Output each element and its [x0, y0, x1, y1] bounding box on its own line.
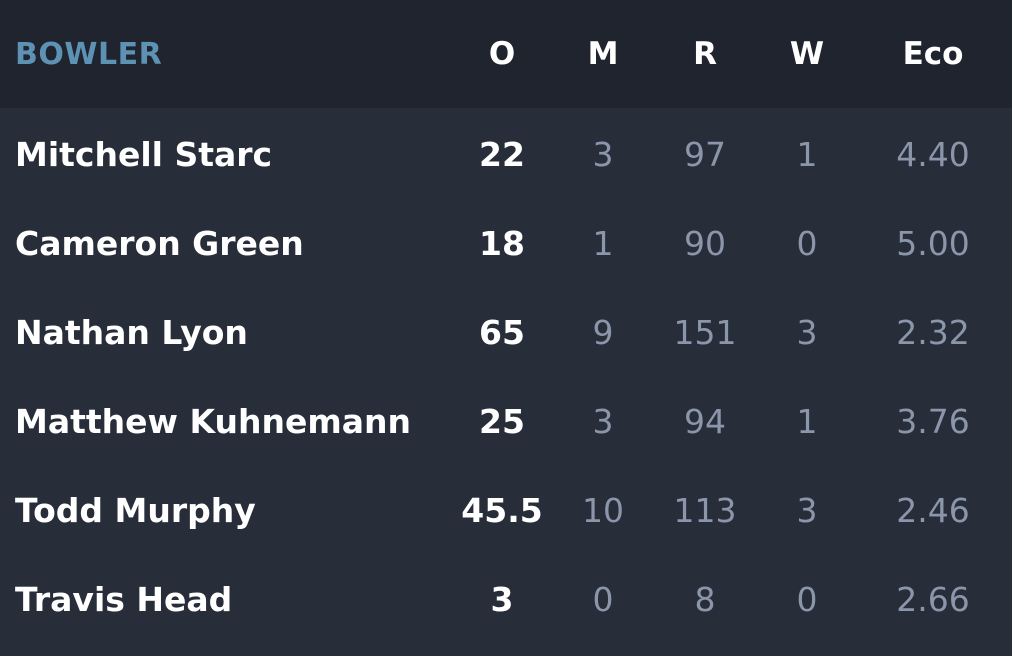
economy-value: 2.46 — [896, 491, 970, 530]
overs-value: 18 — [479, 224, 525, 263]
table-row[interactable]: Matthew Kuhnemann 25 3 94 1 3.76 — [0, 377, 1012, 466]
overs-value: 3 — [490, 580, 514, 619]
maidens-value: 3 — [592, 135, 614, 174]
economy-value: 2.32 — [896, 313, 970, 352]
runs-value: 151 — [673, 313, 737, 352]
wickets-value: 1 — [796, 135, 818, 174]
header-bowler[interactable]: BOWLER — [15, 0, 162, 108]
table-row[interactable]: Cameron Green 18 1 90 0 5.00 — [0, 199, 1012, 288]
bowler-list: Mitchell Starc 22 3 97 1 4.40 Cameron Gr… — [0, 108, 1012, 644]
economy-value: 2.66 — [896, 580, 970, 619]
overs-value: 22 — [479, 135, 525, 174]
table-row[interactable]: Nathan Lyon 65 9 151 3 2.32 — [0, 288, 1012, 377]
header-runs[interactable]: R — [693, 0, 717, 108]
bowler-name[interactable]: Matthew Kuhnemann — [15, 377, 411, 466]
table-row[interactable]: Travis Head 3 0 8 0 2.66 — [0, 555, 1012, 644]
runs-value: 8 — [694, 580, 716, 619]
economy-value: 3.76 — [896, 402, 970, 441]
bowler-name[interactable]: Cameron Green — [15, 199, 304, 288]
runs-value: 113 — [673, 491, 737, 530]
runs-value: 97 — [684, 135, 726, 174]
header-economy[interactable]: Eco — [903, 0, 964, 108]
overs-value: 25 — [479, 402, 525, 441]
table-row[interactable]: Todd Murphy 45.5 10 113 3 2.46 — [0, 466, 1012, 555]
wickets-value: 0 — [796, 580, 818, 619]
bowler-name[interactable]: Todd Murphy — [15, 466, 256, 555]
bowler-name[interactable]: Travis Head — [15, 555, 232, 644]
overs-value: 65 — [479, 313, 525, 352]
runs-value: 94 — [684, 402, 726, 441]
header-maidens[interactable]: M — [588, 0, 619, 108]
maidens-value: 1 — [592, 224, 614, 263]
table-row[interactable]: Mitchell Starc 22 3 97 1 4.40 — [0, 110, 1012, 199]
wickets-value: 3 — [796, 491, 818, 530]
maidens-value: 9 — [592, 313, 614, 352]
header-overs[interactable]: O — [489, 0, 515, 108]
bowling-scorecard: BOWLER O M R W Eco Mitchell Starc 22 3 9… — [0, 0, 1012, 656]
maidens-value: 10 — [582, 491, 624, 530]
table-header: BOWLER O M R W Eco — [0, 0, 1012, 108]
runs-value: 90 — [684, 224, 726, 263]
wickets-value: 0 — [796, 224, 818, 263]
maidens-value: 3 — [592, 402, 614, 441]
wickets-value: 3 — [796, 313, 818, 352]
bowler-name[interactable]: Nathan Lyon — [15, 288, 248, 377]
economy-value: 5.00 — [896, 224, 970, 263]
overs-value: 45.5 — [461, 491, 543, 530]
header-wickets[interactable]: W — [790, 0, 824, 108]
maidens-value: 0 — [592, 580, 614, 619]
bowler-name[interactable]: Mitchell Starc — [15, 110, 272, 199]
economy-value: 4.40 — [896, 135, 970, 174]
wickets-value: 1 — [796, 402, 818, 441]
